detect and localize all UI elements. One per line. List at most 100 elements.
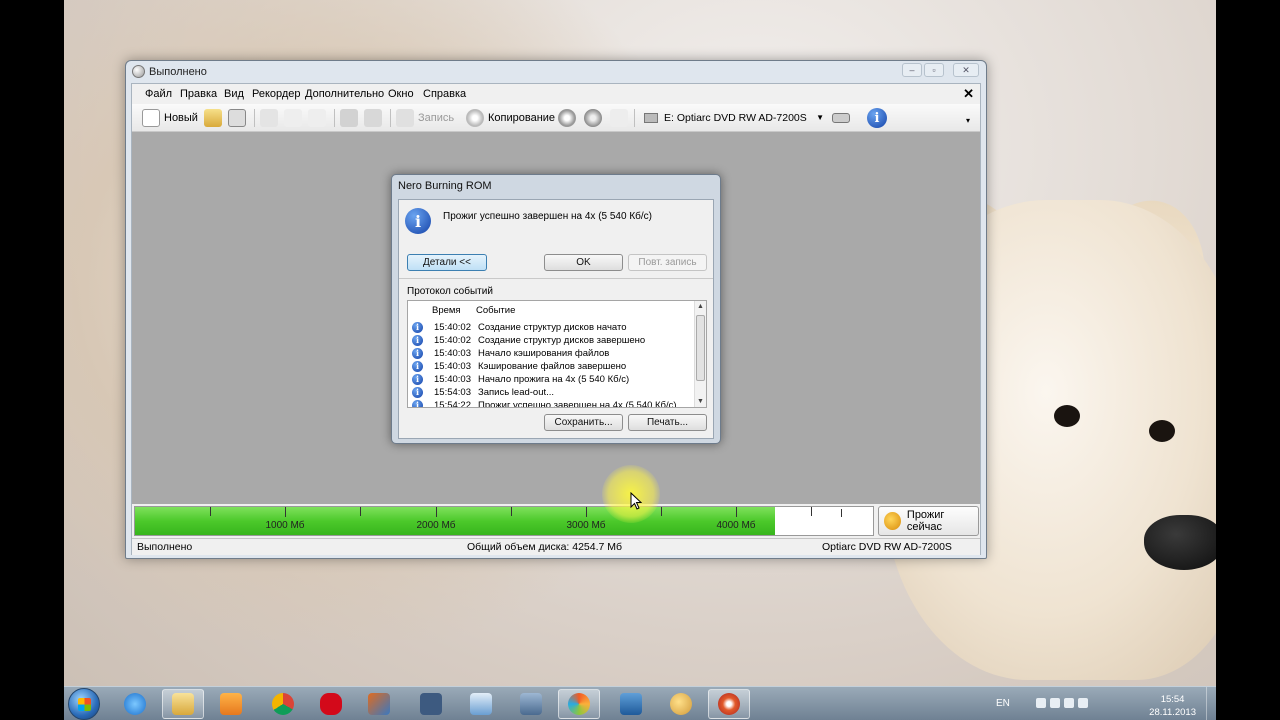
- taskbar-book[interactable]: [610, 689, 652, 719]
- disc-info-button[interactable]: [558, 108, 580, 128]
- drive-props-icon: [832, 113, 850, 123]
- burn-now-button[interactable]: Прожиг сейчас: [878, 506, 979, 536]
- clock-date: 28.11.2013: [1149, 707, 1196, 718]
- taskbar-chrome[interactable]: [262, 689, 304, 719]
- taskbar-vbox-manager[interactable]: [510, 689, 552, 719]
- opera-icon: [320, 693, 342, 715]
- drive-selector[interactable]: E: Optiarc DVD RW AD-7200S ▼: [644, 109, 824, 127]
- disc-burn-icon: [718, 693, 740, 715]
- taskbar-explorer[interactable]: [162, 689, 204, 719]
- menu-window[interactable]: Окно: [388, 88, 414, 100]
- capacity-tick: [811, 507, 812, 516]
- info-icon: i: [412, 322, 423, 333]
- close-icon[interactable]: ✕: [953, 63, 979, 77]
- log-row[interactable]: i 15:40:02 Создание структур дисков нача…: [408, 321, 694, 334]
- capacity-tick: [586, 507, 587, 517]
- burn-button[interactable]: Запись: [396, 108, 454, 128]
- log-event: Создание структур дисков завершено: [478, 335, 646, 346]
- burn-complete-dialog: Nero Burning ROM i Прожиг успешно заверш…: [391, 174, 721, 444]
- capacity-tick: [736, 507, 737, 517]
- save-log-button[interactable]: Сохранить...: [544, 414, 623, 431]
- log-col-time: Время: [432, 305, 461, 316]
- info-icon: i: [412, 374, 423, 385]
- show-desktop-button[interactable]: [1206, 687, 1216, 720]
- burn-now-icon: [884, 512, 901, 530]
- tray-flag-icon[interactable]: [1036, 698, 1046, 708]
- log-row[interactable]: i 15:54:22 Прожиг успешно завершен на 4x…: [408, 399, 694, 407]
- erase-button[interactable]: [610, 108, 632, 128]
- start-button[interactable]: [68, 688, 100, 720]
- cut-button[interactable]: [260, 108, 282, 128]
- ok-button[interactable]: OK: [544, 254, 623, 271]
- disc-copy-icon: [466, 109, 484, 127]
- log-scrollbar[interactable]: ▲ ▼: [694, 301, 706, 407]
- taskbar-media[interactable]: [210, 689, 252, 719]
- menubar: Файл Правка Вид Рекордер Дополнительно О…: [132, 84, 980, 104]
- burn-button-label: Запись: [418, 112, 455, 124]
- drive-label: E: Optiarc DVD RW AD-7200S: [664, 112, 807, 124]
- details-button[interactable]: Детали <<: [407, 254, 487, 271]
- capacity-tick: [661, 507, 662, 516]
- taskbar-nero-express[interactable]: [708, 689, 750, 719]
- menu-recorder[interactable]: Рекордер: [252, 88, 301, 100]
- taskbar-paint[interactable]: [660, 689, 702, 719]
- menu-help[interactable]: Справка: [423, 88, 466, 100]
- paste-button[interactable]: [308, 108, 330, 128]
- minimize-icon[interactable]: –: [902, 63, 922, 77]
- taskbar-matlab[interactable]: [358, 689, 400, 719]
- taskbar-ie[interactable]: [114, 689, 156, 719]
- log-row[interactable]: i 15:54:03 Запись lead-out...: [408, 386, 694, 399]
- nero-app-icon: [132, 65, 145, 78]
- capacity-tick-label: 4000 Мб: [716, 520, 756, 531]
- menu-view[interactable]: Вид: [224, 88, 244, 100]
- scroll-up-icon[interactable]: ▲: [697, 303, 704, 310]
- cover-designer-button[interactable]: [340, 108, 362, 128]
- window-titlebar[interactable]: Выполнено – ▫ ✕: [126, 61, 986, 83]
- menu-extras[interactable]: Дополнительно: [305, 88, 384, 100]
- info-button[interactable]: i: [867, 108, 887, 128]
- mdi-close-icon[interactable]: ✕: [963, 86, 974, 102]
- taskbar-opera[interactable]: [310, 689, 352, 719]
- taskbar-virtualbox[interactable]: [460, 689, 502, 719]
- save-button[interactable]: [228, 108, 250, 128]
- scroll-thumb[interactable]: [696, 315, 705, 381]
- event-log-title: Протокол событий: [407, 286, 493, 297]
- log-time: 15:54:03: [434, 387, 471, 398]
- log-row[interactable]: i 15:40:02 Создание структур дисков заве…: [408, 334, 694, 347]
- info-icon: i: [412, 348, 423, 359]
- copy-button[interactable]: [284, 108, 306, 128]
- log-time: 15:40:03: [434, 348, 471, 359]
- event-log-list[interactable]: Время Событие i 15:40:02 Создание структ…: [407, 300, 707, 408]
- reburn-button[interactable]: Повт. запись: [628, 254, 707, 271]
- new-document-icon: [142, 109, 160, 127]
- log-time: 15:40:02: [434, 322, 471, 333]
- toolbar-overflow-icon[interactable]: ▾: [966, 110, 970, 130]
- new-button[interactable]: Новый: [142, 108, 198, 128]
- log-row[interactable]: i 15:40:03 Начало прожига на 4x (5 540 К…: [408, 373, 694, 386]
- drive-icon: [644, 113, 658, 123]
- print-log-button[interactable]: Печать...: [628, 414, 707, 431]
- tray-network-icon[interactable]: [1050, 698, 1060, 708]
- eject-button[interactable]: [584, 108, 606, 128]
- maximize-icon[interactable]: ▫: [924, 63, 944, 77]
- menu-file[interactable]: Файл: [145, 88, 172, 100]
- status-disc-total: Общий объем диска: 4254.7 Мб: [467, 541, 623, 553]
- tray-update-icon[interactable]: [1078, 698, 1088, 708]
- taskbar-m-app[interactable]: [410, 689, 452, 719]
- disc-capacity-bar: 1000 Мб 2000 Мб 3000 Мб 4000 Мб: [134, 506, 874, 536]
- nero-icon: [568, 693, 590, 715]
- language-indicator[interactable]: EN: [996, 698, 1010, 709]
- tray-volume-icon[interactable]: [1064, 698, 1074, 708]
- log-row[interactable]: i 15:40:03 Начало кэширования файлов: [408, 347, 694, 360]
- copy-disc-button[interactable]: Копирование: [466, 108, 555, 128]
- menu-edit[interactable]: Правка: [180, 88, 217, 100]
- open-button[interactable]: [204, 108, 226, 128]
- scroll-down-icon[interactable]: ▼: [697, 398, 704, 405]
- clock[interactable]: 15:54 28.11.2013: [1149, 693, 1196, 719]
- log-row[interactable]: i 15:40:03 Кэширование файлов завершено: [408, 360, 694, 373]
- box-icon: [470, 693, 492, 715]
- folder-icon: [172, 693, 194, 715]
- drive-props-button[interactable]: [832, 108, 854, 128]
- taskbar-nero[interactable]: [558, 689, 600, 719]
- wizard-button[interactable]: [364, 108, 386, 128]
